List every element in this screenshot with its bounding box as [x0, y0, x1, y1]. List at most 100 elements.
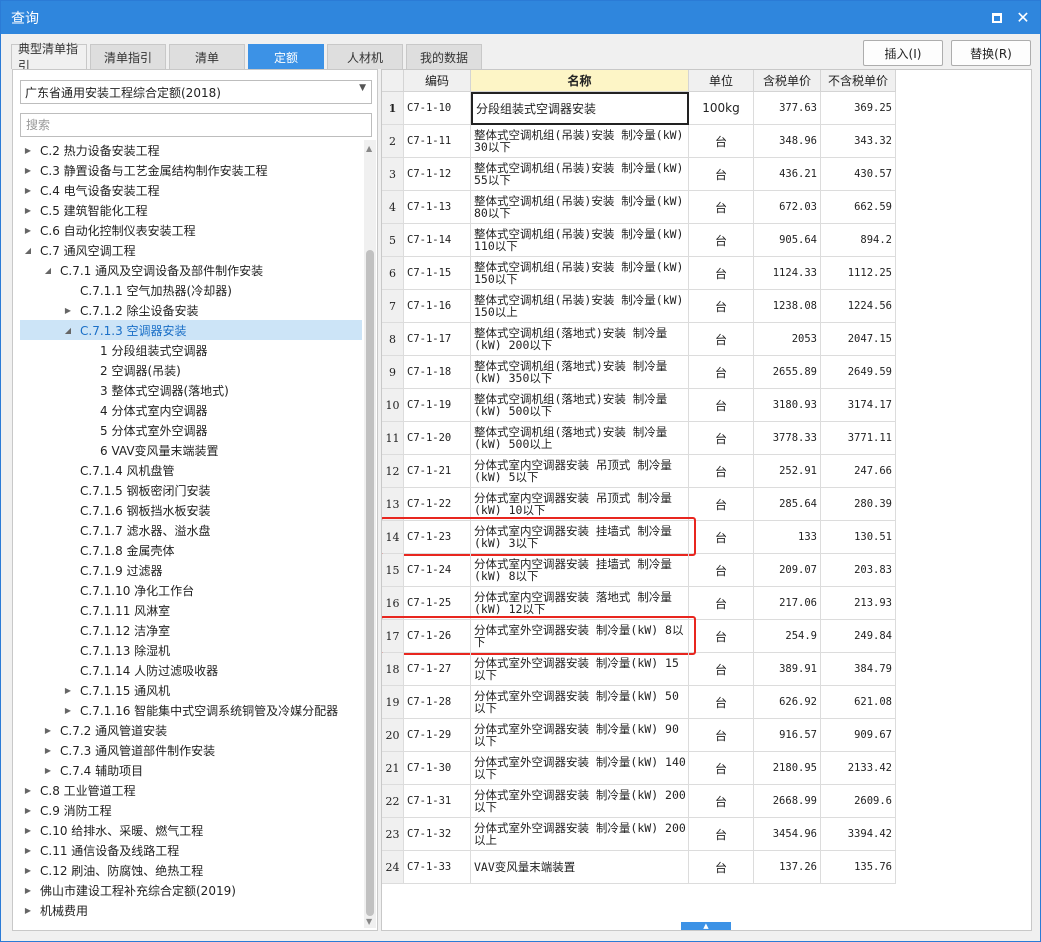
table-row[interactable]: 16 C7-1-25 分体式室内空调器安装 落地式 制冷量 (kW) 12以下台 21…: [382, 587, 896, 620]
tree-node[interactable]: 1 分段组装式空调器: [20, 340, 362, 360]
column-header-idx[interactable]: [382, 70, 404, 92]
tree-node[interactable]: ▶ C.7.1.16 智能集中式空调系统铜管及冷媒分配器: [20, 700, 362, 720]
tab-0[interactable]: 典型清单指引: [11, 42, 87, 73]
expand-arrow-icon[interactable]: ▶: [22, 806, 34, 815]
expand-arrow-icon[interactable]: ▶: [22, 146, 34, 155]
column-header-unit[interactable]: 单位: [689, 70, 754, 92]
tree-node[interactable]: C.7.1.11 风淋室: [20, 600, 362, 620]
table-row[interactable]: 23 C7-1-32 分体式室外空调器安装 制冷量(kW) 200以上台 3454.9…: [382, 818, 896, 851]
tree-node[interactable]: C.7.1.8 金属壳体: [20, 540, 362, 560]
table-row[interactable]: 3 C7-1-12 整体式空调机组(吊装)安装 制冷量(kW) 55以下台 436.2…: [382, 158, 896, 191]
expand-arrow-icon[interactable]: ▶: [62, 686, 74, 695]
tree-node[interactable]: ▶ C.7.4 辅助项目: [20, 760, 362, 780]
library-select[interactable]: 广东省通用安装工程综合定额(2018) ▼: [20, 80, 372, 104]
tree-node[interactable]: ▶ 佛山市建设工程补充综合定额(2019): [20, 880, 362, 900]
tree-node[interactable]: C.7.1.10 净化工作台: [20, 580, 362, 600]
tree-node[interactable]: ▶ C.7.1.2 除尘设备安装: [20, 300, 362, 320]
tree-node[interactable]: C.7.1.6 钢板挡水板安装: [20, 500, 362, 520]
tree-node[interactable]: ▶ C.12 刷油、防腐蚀、绝热工程: [20, 860, 362, 880]
table-row[interactable]: 2 C7-1-11 整体式空调机组(吊装)安装 制冷量(kW) 30以下台 348.9…: [382, 125, 896, 158]
tree-node[interactable]: 4 分体式室内空调器: [20, 400, 362, 420]
expand-arrow-icon[interactable]: ▶: [22, 786, 34, 795]
table-row[interactable]: 7 C7-1-16 整体式空调机组(吊装)安装 制冷量(kW) 150以上台 1238…: [382, 290, 896, 323]
table-row[interactable]: 12 C7-1-21 分体式室内空调器安装 吊顶式 制冷量 (kW) 5以下台 252…: [382, 455, 896, 488]
tree-node[interactable]: 6 VAV变风量末端装置: [20, 440, 362, 460]
tree-node[interactable]: ▶ C.7.2 通风管道安装: [20, 720, 362, 740]
table-row[interactable]: 15 C7-1-24 分体式室内空调器安装 挂墙式 制冷量 (kW) 8以下台 209…: [382, 554, 896, 587]
collapse-arrow-icon[interactable]: ◢: [22, 246, 34, 255]
search-input[interactable]: [20, 113, 372, 137]
expand-arrow-icon[interactable]: ▶: [22, 226, 34, 235]
tree-node[interactable]: C.7.1.9 过滤器: [20, 560, 362, 580]
tree-node[interactable]: ▶ C.10 给排水、采暖、燃气工程: [20, 820, 362, 840]
tab-5[interactable]: 我的数据: [406, 44, 482, 69]
maximize-icon[interactable]: [984, 5, 1010, 31]
tree-node[interactable]: ◢ C.7.1 通风及空调设备及部件制作安装: [20, 260, 362, 280]
tab-2[interactable]: 清单: [169, 44, 245, 69]
tree-node[interactable]: ▶ 机械费用: [20, 900, 362, 920]
collapse-arrow-icon[interactable]: ◢: [62, 326, 74, 335]
table-row[interactable]: 11 C7-1-20 整体式空调机组(落地式)安装 制冷量 (kW) 500以上台 3…: [382, 422, 896, 455]
tree-node[interactable]: ▶ C.9 消防工程: [20, 800, 362, 820]
tree-node[interactable]: ▶ C.5 建筑智能化工程: [20, 200, 362, 220]
scroll-up-icon[interactable]: ▲: [366, 144, 372, 153]
column-header-code[interactable]: 编码: [404, 70, 471, 92]
tree-node[interactable]: C.7.1.4 风机盘管: [20, 460, 362, 480]
tree-node[interactable]: C.7.1.7 滤水器、溢水盘: [20, 520, 362, 540]
tab-4[interactable]: 人材机: [327, 44, 403, 69]
expand-arrow-icon[interactable]: ▶: [22, 826, 34, 835]
table-row[interactable]: 18 C7-1-27 分体式室外空调器安装 制冷量(kW) 15以下台 389.91 3…: [382, 653, 896, 686]
tree-node[interactable]: ▶ C.6 自动化控制仪表安装工程: [20, 220, 362, 240]
table-row[interactable]: 4 C7-1-13 整体式空调机组(吊装)安装 制冷量(kW) 80以下台 672.0…: [382, 191, 896, 224]
table-row[interactable]: 24 C7-1-33 VAV变风量末端装置台 137.26 135.76: [382, 851, 896, 884]
expand-arrow-icon[interactable]: ▶: [62, 306, 74, 315]
close-icon[interactable]: ✕: [1010, 5, 1036, 31]
column-header-tax[interactable]: 含税单价: [754, 70, 821, 92]
column-header-name[interactable]: 名称: [471, 70, 689, 92]
expand-arrow-icon[interactable]: ▶: [22, 206, 34, 215]
tab-1[interactable]: 清单指引: [90, 44, 166, 69]
table-row[interactable]: 13 C7-1-22 分体式室内空调器安装 吊顶式 制冷量 (kW) 10以下台 28…: [382, 488, 896, 521]
table-row[interactable]: 10 C7-1-19 整体式空调机组(落地式)安装 制冷量 (kW) 500以下台 3…: [382, 389, 896, 422]
table-row[interactable]: 8 C7-1-17 整体式空调机组(落地式)安装 制冷量 (kW) 200以下台 20…: [382, 323, 896, 356]
tree-node[interactable]: ▶ C.7.1.15 通风机: [20, 680, 362, 700]
expand-arrow-icon[interactable]: ▶: [22, 906, 34, 915]
tree-node[interactable]: ▶ C.4 电气设备安装工程: [20, 180, 362, 200]
tree-node[interactable]: ▶ C.3 静置设备与工艺金属结构制作安装工程: [20, 160, 362, 180]
table-row[interactable]: 9 C7-1-18 整体式空调机组(落地式)安装 制冷量 (kW) 350以下台 26…: [382, 356, 896, 389]
tree-node[interactable]: 5 分体式室外空调器: [20, 420, 362, 440]
table-row[interactable]: 21 C7-1-30 分体式室外空调器安装 制冷量(kW) 140以下台 2180.9…: [382, 752, 896, 785]
table-row[interactable]: 14 C7-1-23 分体式室内空调器安装 挂墙式 制冷量 (kW) 3以下台 133…: [382, 521, 896, 554]
table-row[interactable]: 22 C7-1-31 分体式室外空调器安装 制冷量(kW) 200以下台 2668.9…: [382, 785, 896, 818]
replace-button[interactable]: 替换(R): [951, 40, 1031, 66]
expand-arrow-icon[interactable]: ▶: [22, 186, 34, 195]
expand-arrow-icon[interactable]: ▶: [62, 706, 74, 715]
tree-node[interactable]: C.7.1.5 钢板密闭门安装: [20, 480, 362, 500]
tree-node[interactable]: 3 整体式空调器(落地式): [20, 380, 362, 400]
expand-arrow-icon[interactable]: ▶: [22, 886, 34, 895]
tree-node[interactable]: 2 空调器(吊装): [20, 360, 362, 380]
expand-arrow-icon[interactable]: ▶: [42, 766, 54, 775]
tree-node[interactable]: C.7.1.13 除湿机: [20, 640, 362, 660]
expand-arrow-icon[interactable]: ▶: [22, 846, 34, 855]
scroll-down-icon[interactable]: ▼: [366, 917, 372, 926]
table-row[interactable]: 19 C7-1-28 分体式室外空调器安装 制冷量(kW) 50以下台 626.92 6…: [382, 686, 896, 719]
tree-node[interactable]: ▶ C.11 通信设备及线路工程: [20, 840, 362, 860]
insert-button[interactable]: 插入(I): [863, 40, 943, 66]
tree-scrollbar[interactable]: ▲ ▼: [364, 140, 376, 928]
expand-arrow-icon[interactable]: ▶: [22, 866, 34, 875]
expand-arrow-icon[interactable]: ▶: [22, 166, 34, 175]
table-row[interactable]: 20 C7-1-29 分体式室外空调器安装 制冷量(kW) 90以下台 916.57 9…: [382, 719, 896, 752]
table-row[interactable]: 17 C7-1-26 分体式室外空调器安装 制冷量(kW) 8以下台 254.9 249…: [382, 620, 896, 653]
tree-node[interactable]: ▶ C.8 工业管道工程: [20, 780, 362, 800]
expand-arrow-icon[interactable]: ▶: [42, 746, 54, 755]
tree-node[interactable]: ◢ C.7.1.3 空调器安装: [20, 320, 362, 340]
column-header-notax[interactable]: 不含税单价: [821, 70, 896, 92]
collapse-arrow-icon[interactable]: ◢: [42, 266, 54, 275]
scrollbar-thumb[interactable]: [366, 250, 374, 916]
table-row[interactable]: 1 C7-1-10 分段组装式空调器安装 100kg 377.63 369.25: [382, 92, 896, 125]
expand-arrow-icon[interactable]: ▶: [42, 726, 54, 735]
splitter-handle[interactable]: ▲: [681, 922, 731, 930]
tab-3[interactable]: 定额: [248, 44, 324, 69]
tree-node[interactable]: C.7.1.1 空气加热器(冷却器): [20, 280, 362, 300]
